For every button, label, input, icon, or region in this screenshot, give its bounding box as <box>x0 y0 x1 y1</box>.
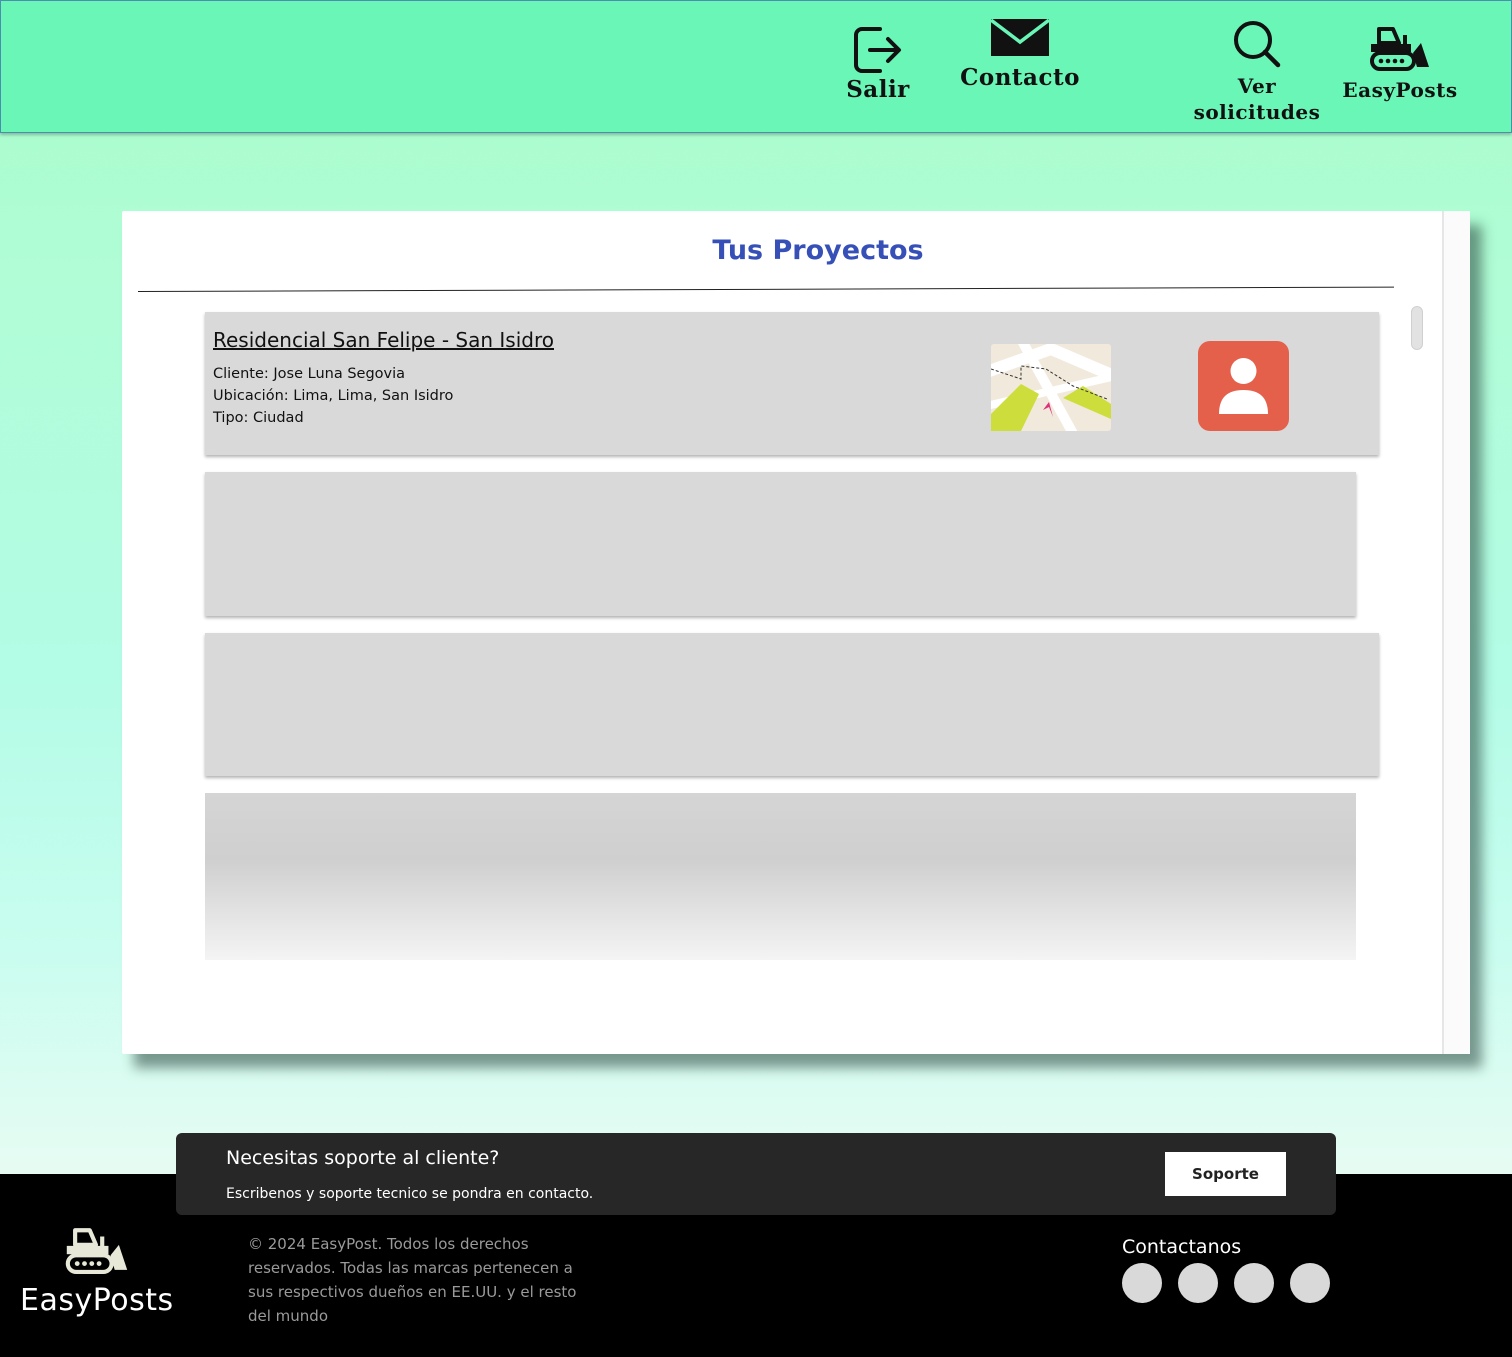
map-thumbnail-icon[interactable] <box>991 344 1111 431</box>
support-title: Necesitas soporte al cliente? <box>226 1147 500 1169</box>
user-icon <box>1219 358 1268 414</box>
bulldozer-logo-icon <box>65 1228 128 1274</box>
nav-ver-solicitudes[interactable]: Ver solicitudes <box>1193 19 1321 125</box>
nav-ver-solicitudes-label: Ver solicitudes <box>1193 74 1321 124</box>
top-navbar: Salir Contacto Ver solicitudes EasyPosts <box>0 0 1512 133</box>
project-card-placeholder[interactable] <box>205 633 1379 776</box>
scrollbar-thumb[interactable] <box>1411 306 1423 350</box>
support-button[interactable]: Soporte <box>1165 1152 1286 1196</box>
title-divider <box>137 286 1394 292</box>
support-banner: Necesitas soporte al cliente? Escribenos… <box>176 1133 1336 1215</box>
client-avatar-button[interactable] <box>1198 341 1289 431</box>
search-icon <box>1234 21 1281 68</box>
page-title: Tus Proyectos <box>712 235 924 266</box>
project-client: Cliente: Jose Luna Segovia <box>213 366 406 382</box>
project-card[interactable]: Residencial San Felipe - San Isidro Clie… <box>205 312 1379 455</box>
nav-contacto-label: Contacto <box>960 64 1080 91</box>
nav-contacto[interactable]: Contacto <box>956 17 1084 91</box>
project-location: Ubicación: Lima, Lima, San Isidro <box>213 388 454 404</box>
nav-salir-label: Salir <box>846 76 910 103</box>
panel-edge <box>1442 211 1470 1054</box>
nav-easyposts[interactable]: EasyPosts <box>1339 23 1461 103</box>
social-link-3[interactable] <box>1234 1263 1274 1303</box>
project-name-link[interactable]: Residencial San Felipe - San Isidro <box>213 328 554 352</box>
nav-salir[interactable]: Salir <box>839 25 917 103</box>
social-link-4[interactable] <box>1290 1263 1330 1303</box>
footer-copyright: © 2024 EasyPost. Todos los derechos rese… <box>248 1235 577 1325</box>
bulldozer-icon <box>1370 27 1429 71</box>
projects-panel: Tus Proyectos Residencial San Felipe - S… <box>122 211 1470 1054</box>
social-link-2[interactable] <box>1178 1263 1218 1303</box>
footer-contact-title: Contactanos <box>1122 1236 1242 1258</box>
project-card-placeholder[interactable] <box>205 472 1356 616</box>
nav-easyposts-label: EasyPosts <box>1342 78 1458 102</box>
project-type: Tipo: Ciudad <box>213 410 304 426</box>
envelope-icon <box>990 18 1050 56</box>
social-link-1[interactable] <box>1122 1263 1162 1303</box>
project-card-placeholder[interactable] <box>205 793 1356 960</box>
logout-icon <box>854 27 901 73</box>
footer-brand: EasyPosts <box>20 1283 174 1318</box>
support-subtitle: Escribenos y soporte tecnico se pondra e… <box>226 1186 594 1202</box>
